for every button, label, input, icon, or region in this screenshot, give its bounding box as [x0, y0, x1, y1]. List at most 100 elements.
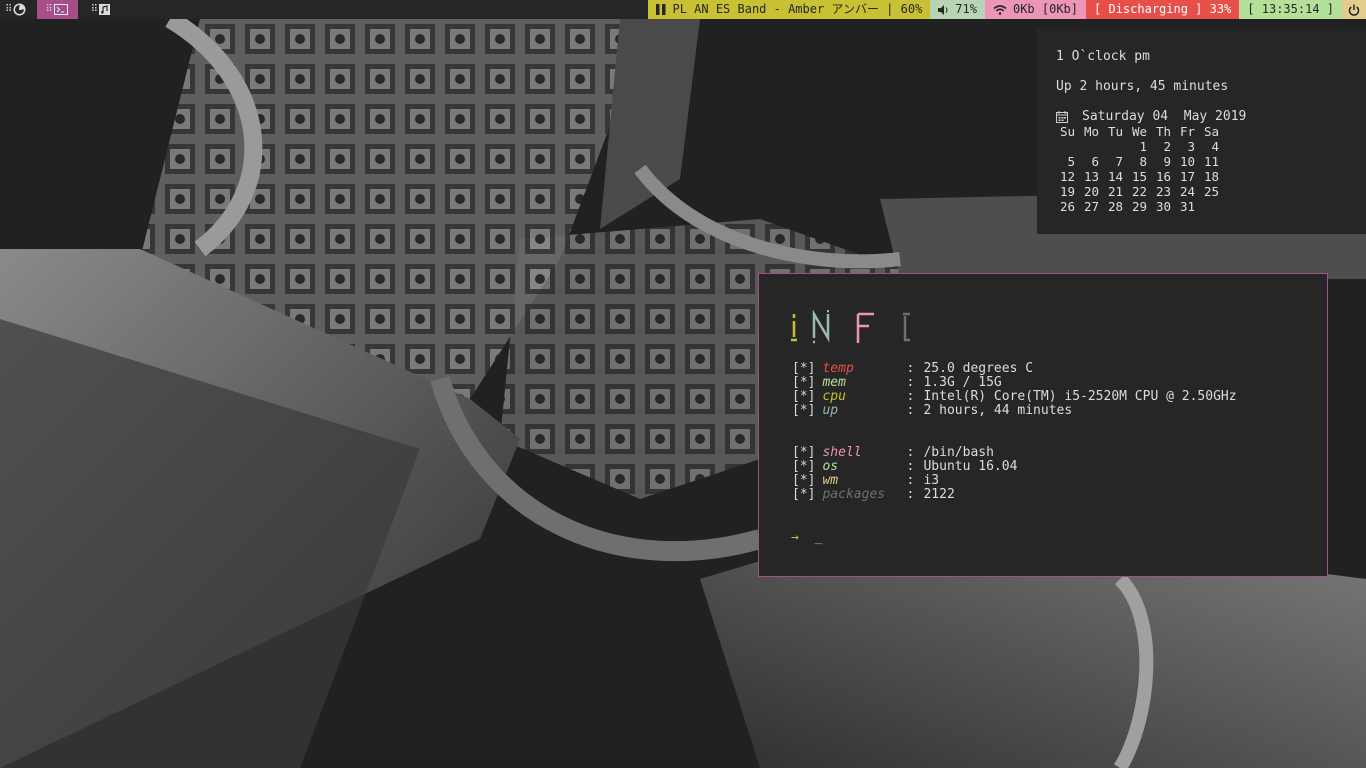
battery-status[interactable]: [ Discharging ] 33%: [1086, 0, 1240, 19]
info-row-mem: [*] mem:1.3G / 15G: [792, 376, 1237, 390]
environment-info-list: [*] shell: /bin/bash [*] os: Ubuntu 16.04 [*] w…: [792, 446, 1017, 502]
info-separator: :: [906, 403, 915, 418]
pause-icon[interactable]: [656, 4, 666, 15]
firefox-icon: [13, 3, 26, 16]
calendar-day: 6: [1091, 154, 1099, 169]
calendar-week: 19 20 21 22 23 24 25: [1056, 184, 1219, 199]
info-separator: :: [906, 473, 915, 488]
logo-letter-n: [812, 310, 830, 344]
weekday-label: We: [1131, 124, 1147, 139]
battery-text: [ Discharging ] 33%: [1094, 2, 1232, 16]
info-value: 1.3G / 15G: [923, 375, 1002, 390]
volume-status[interactable]: 71%: [930, 0, 985, 19]
calendar-day: 11: [1203, 154, 1219, 169]
info-key: wm: [822, 473, 839, 488]
info-value: 2 hours, 44 minutes: [923, 403, 1073, 418]
bullet-marker: [*]: [792, 375, 816, 390]
info-key: os: [822, 459, 839, 474]
calendar-day: [1056, 139, 1075, 154]
clock-time: [ 13:35:14 ]: [1247, 2, 1334, 16]
prompt-arrow: →: [791, 530, 799, 545]
info-row-up: [*] up:2 hours, 44 minutes: [792, 404, 1237, 418]
weekday-label: Mo: [1083, 124, 1099, 139]
info-value: 2122: [923, 487, 955, 502]
calendar-week: 26 27 28 29 30 31: [1056, 199, 1219, 214]
calendar-widget: 1 O`clock pm Up 2 hours, 45 minutes Satu…: [1037, 29, 1366, 234]
info-separator: :: [906, 445, 915, 460]
info-separator: :: [906, 361, 915, 376]
month-calendar: Su Mo Tu We Th Fr Sa 1 2 3 4 5 6 7 8 9 10 11 12 13 14 15 16 17 1…: [1056, 124, 1219, 214]
clock-status[interactable]: [ 13:35:14 ]: [1239, 0, 1342, 19]
weekday-label: Th: [1155, 124, 1171, 139]
drag-handle-icon: ⠿: [5, 4, 12, 15]
calendar-day: 27: [1083, 199, 1099, 214]
network-throughput: 0Kb [0Kb]: [1012, 2, 1079, 16]
calendar-day: 15: [1131, 169, 1147, 184]
info-key: up: [822, 403, 839, 418]
calendar-day: 20: [1083, 184, 1099, 199]
calendar-day: 23: [1155, 184, 1171, 199]
info-separator: :: [906, 389, 915, 404]
power-button[interactable]: [1342, 0, 1366, 19]
calendar-day: 16: [1155, 169, 1171, 184]
music-player-status[interactable]: PL AN ES Band - Amber アンバー | 60%: [648, 0, 931, 19]
power-icon: [1348, 4, 1360, 16]
logo-letter-f: [856, 312, 874, 343]
calendar-day: 29: [1131, 199, 1147, 214]
calendar-day: 4: [1211, 139, 1219, 154]
info-row-wm: [*] wm: i3: [792, 474, 1017, 488]
workspace-switcher: ⠿ ⠿ ⠿: [0, 0, 115, 19]
weekday-label: Su: [1059, 124, 1075, 139]
calendar-week: 5 6 7 8 9 10 11: [1056, 154, 1219, 169]
info-ascii-logo: [791, 310, 910, 344]
workspace-firefox[interactable]: ⠿: [0, 0, 31, 19]
calendar-day: 24: [1179, 184, 1195, 199]
calendar-day: 18: [1203, 169, 1219, 184]
info-separator: :: [906, 487, 915, 502]
weekday-label: Sa: [1203, 124, 1219, 139]
calendar-day: 31: [1179, 199, 1195, 214]
info-row-temp: [*] temp:25.0 degrees C: [792, 362, 1237, 376]
info-key: packages: [822, 487, 886, 502]
calendar-day: [1099, 139, 1123, 154]
calendar-day: 2: [1163, 139, 1171, 154]
weekday-label: Tu: [1107, 124, 1123, 139]
calendar-week: 1 2 3 4: [1056, 139, 1219, 154]
now-playing-text: PL AN ES Band - Amber アンバー | 60%: [672, 2, 923, 16]
calendar-day: 13: [1083, 169, 1099, 184]
workspace-terminal[interactable]: ⠿: [37, 0, 78, 19]
calendar-day: 12: [1059, 169, 1075, 184]
wifi-icon: [993, 4, 1007, 15]
info-separator: :: [906, 375, 915, 390]
volume-level: 71%: [955, 2, 977, 16]
bullet-marker: [*]: [792, 403, 816, 418]
shell-prompt[interactable]: → _: [791, 530, 822, 545]
status-bar: ⠿ ⠿ ⠿ PL AN ES Band - Amber アンバー | 60% 7…: [0, 0, 1366, 19]
workspace-music[interactable]: ⠿: [86, 0, 115, 19]
calendar-day: [1075, 139, 1099, 154]
calendar-icon: [1056, 110, 1068, 123]
info-value: Ubuntu 16.04: [923, 459, 1018, 474]
time-in-words: 1 O`clock pm: [1056, 49, 1150, 64]
bullet-marker: [*]: [792, 459, 816, 474]
network-status[interactable]: 0Kb [0Kb]: [984, 0, 1087, 19]
uptime-text: Up 2 hours, 45 minutes: [1056, 79, 1229, 94]
bullet-marker: [*]: [792, 361, 816, 376]
calendar-day: 19: [1059, 184, 1075, 199]
terminal-icon: [53, 4, 68, 15]
info-value: 25.0 degrees C: [923, 361, 1034, 376]
terminal-window[interactable]: [*] temp:25.0 degrees C [*] mem:1.3G / 15G[…: [758, 273, 1328, 577]
music-note-icon: [98, 4, 110, 15]
info-key: shell: [822, 445, 862, 460]
full-date: Saturday 04 May 2019: [1082, 109, 1247, 124]
weekday-header: Su Mo Tu We Th Fr Sa: [1056, 124, 1219, 139]
calendar-day: 3: [1187, 139, 1195, 154]
bullet-marker: [*]: [792, 389, 816, 404]
info-row-cpu: [*] cpu: Intel(R) Core(TM) i5-2520M CPU @ …: [792, 390, 1237, 404]
calendar-day: 8: [1139, 154, 1147, 169]
calendar-day: 22: [1131, 184, 1147, 199]
info-key: mem: [822, 375, 846, 390]
logo-letter-o: [903, 312, 910, 342]
bullet-marker: [*]: [792, 445, 816, 460]
logo-letter-i: [791, 314, 797, 342]
